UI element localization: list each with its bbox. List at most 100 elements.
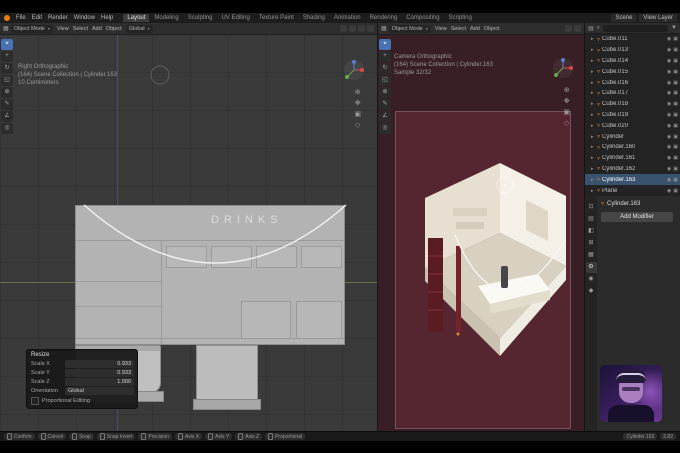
workspace-tab[interactable]: Sculpting [184,14,217,22]
properties-tab-icon[interactable]: ◉ [586,274,597,285]
hide-in-viewport-icon[interactable]: ◉ [667,101,671,107]
navigation-gizmo[interactable] [343,59,365,81]
hide-in-viewport-icon[interactable]: ◉ [667,123,671,129]
viewport-menu-item[interactable]: View [433,26,449,32]
menu-item[interactable]: File [13,15,29,21]
viewport-menu-item[interactable]: Add [468,26,482,32]
viewport-menu-item[interactable]: Add [90,26,104,32]
outliner-item[interactable]: ▸ ▿ Plane ◉ ▣ [585,185,680,196]
blender-logo-icon[interactable] [4,15,10,21]
scene-selector[interactable]: Scene [611,14,637,22]
nav-icon[interactable]: ✥ [563,98,570,105]
outliner[interactable]: ▤ ⌕ ▼ ▸ ▿ Cube.011 ◉ ▣ ▸ ▿ Cube.013 ◉ ▣ … [585,23,680,196]
tool-button[interactable]: ◱ [379,75,391,86]
nav-icon[interactable]: ⊕ [563,87,570,94]
expand-icon[interactable]: ▸ [591,123,595,129]
workspace-tab[interactable]: Animation [330,14,365,22]
properties-tab-icon[interactable]: ◆ [586,286,597,297]
orientation-select[interactable]: Global [65,387,134,395]
rendered-room-scene[interactable] [398,138,568,378]
snap-toggle-icon[interactable] [340,25,347,32]
tool-button[interactable]: ↻ [379,63,391,74]
outliner-editor-icon[interactable]: ▤ [588,25,594,32]
workspace-tab[interactable]: UV Editing [217,14,253,22]
expand-icon[interactable]: ▸ [591,47,595,53]
disable-in-render-icon[interactable]: ▣ [673,112,678,118]
proportional-toggle-icon[interactable] [349,25,356,32]
viewport-menu-item[interactable]: Select [449,26,468,32]
outliner-item[interactable]: ▸ ▿ Cube.014 ◉ ▣ [585,56,680,67]
outliner-search-input[interactable] [603,24,669,32]
search-icon[interactable]: ⌕ [597,25,600,32]
tool-button[interactable]: ⌖ [1,39,13,50]
properties-tab-icon[interactable]: ⊞ [586,238,597,249]
outliner-item[interactable]: ▸ ▿ Cube.019 ◉ ▣ [585,110,680,121]
overlays-toggle-icon[interactable] [358,25,365,32]
expand-icon[interactable]: ▸ [591,80,595,86]
hide-in-viewport-icon[interactable]: ◉ [667,58,671,64]
disable-in-render-icon[interactable]: ▣ [673,58,678,64]
disable-in-render-icon[interactable]: ▣ [673,123,678,129]
tool-button[interactable]: ⊕ [379,87,391,98]
expand-icon[interactable]: ▸ [591,188,595,194]
expand-icon[interactable]: ▸ [591,58,595,64]
outliner-item[interactable]: ▸ ▿ Cube.020 ◉ ▣ [585,120,680,131]
workspace-tab[interactable]: Rendering [366,14,402,22]
viewport-left-orthographic[interactable]: DRINKS ▦ Object Mode ▾ View Select Add O… [0,23,378,431]
disable-in-render-icon[interactable]: ▣ [673,144,678,150]
workspace-tab[interactable]: Layout [123,14,150,22]
outliner-item[interactable]: ▸ ▿ Cylinder.162 ◉ ▣ [585,164,680,175]
expand-icon[interactable]: ▸ [591,134,595,140]
properties-tab-icon[interactable]: ▤ [586,214,597,225]
workspace-tab[interactable]: Texture Paint [255,14,298,22]
menu-item[interactable]: Edit [29,15,45,21]
viewport-menu-item[interactable]: Select [71,26,90,32]
outliner-item[interactable]: ▸ ▿ Cylinder.163 ◉ ▣ [585,174,680,186]
expand-icon[interactable]: ▸ [591,69,595,75]
workspace-tab[interactable]: Shading [299,14,329,22]
hide-in-viewport-icon[interactable]: ◉ [667,155,671,161]
disable-in-render-icon[interactable]: ▣ [673,80,678,86]
expand-icon[interactable]: ▸ [591,101,595,107]
hide-in-viewport-icon[interactable]: ◉ [667,166,671,172]
expand-icon[interactable]: ▸ [591,155,595,161]
proportional-editing-checkbox[interactable] [31,397,39,405]
add-modifier-button[interactable]: Add Modifier [601,212,673,222]
hide-in-viewport-icon[interactable]: ◉ [667,177,671,183]
editor-type-icon[interactable]: ▦ [3,25,9,32]
hide-in-viewport-icon[interactable]: ◉ [667,134,671,140]
tool-button[interactable]: ⊕ [1,87,13,98]
disable-in-render-icon[interactable]: ▣ [673,69,678,75]
hide-in-viewport-icon[interactable]: ◉ [667,188,671,194]
editor-type-icon[interactable]: ▦ [381,25,387,32]
mode-dropdown[interactable]: Object Mode [388,24,431,33]
panel-title[interactable]: Resize [31,352,134,358]
outliner-item[interactable]: ▸ ▿ Cylinder.160 ◉ ▣ [585,142,680,153]
viewport-menu-item[interactable]: Object [104,26,124,32]
expand-icon[interactable]: ▸ [591,112,595,118]
hide-in-viewport-icon[interactable]: ◉ [667,90,671,96]
properties-tab-icon[interactable]: ◧ [586,226,597,237]
tool-button[interactable]: ⌖ [379,39,391,50]
properties-tab-icon[interactable]: ⚙ [585,262,597,273]
shading-toggle-icon[interactable] [367,25,374,32]
expand-icon[interactable]: ▸ [591,166,595,172]
disable-in-render-icon[interactable]: ▣ [673,36,678,42]
hide-in-viewport-icon[interactable]: ◉ [667,80,671,86]
tool-button[interactable]: + [379,51,391,62]
properties-tab-icon[interactable]: ▦ [586,250,597,261]
tool-button[interactable]: ◎ [1,123,13,134]
outliner-item[interactable]: ▸ ▿ Cube.011 ◉ ▣ [585,34,680,45]
outliner-item[interactable]: ▸ ▿ Cube.013 ◉ ▣ [585,45,680,56]
outliner-item[interactable]: ▸ ▿ Cube.018 ◉ ▣ [585,99,680,110]
mode-dropdown[interactable]: Object Mode [10,24,53,33]
viewport-menu-item[interactable]: View [55,26,71,32]
expand-icon[interactable]: ▸ [591,177,595,183]
outliner-item[interactable]: ▸ ▿ Cube.016 ◉ ▣ [585,77,680,88]
nav-icon[interactable]: ✥ [354,100,361,107]
menu-item[interactable]: Help [98,15,116,21]
nav-icon[interactable]: ◇ [563,120,570,127]
nav-icon[interactable]: ◇ [354,122,361,129]
model-column[interactable] [196,345,258,401]
scale-value-field[interactable]: 0.933 [65,360,134,368]
